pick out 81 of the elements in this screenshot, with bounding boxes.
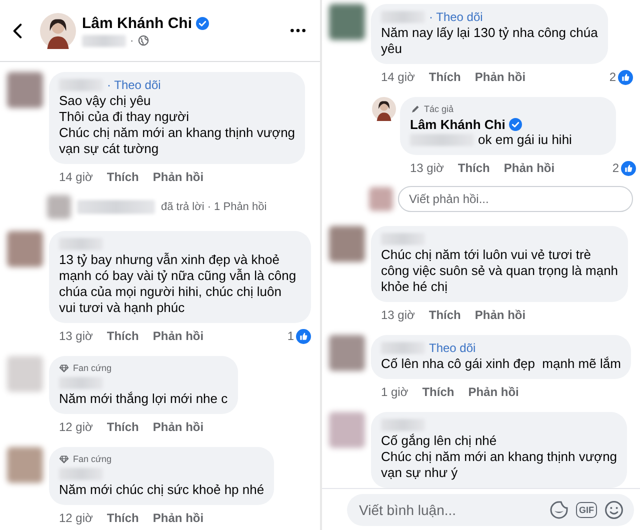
reply-link[interactable]: Phản hồi <box>152 511 204 525</box>
reaction-count: 2 <box>609 70 616 84</box>
blurred-name <box>381 11 425 23</box>
comment-text: Cố gắng lên chị nhé Chúc chị năm mới an khang thịnh vượng vạn sự như ý <box>381 433 618 481</box>
like-icon[interactable] <box>618 70 633 84</box>
separator-dot: · <box>130 34 134 46</box>
comment-text: Năm mới thắng lợi mới nhe c <box>59 391 228 407</box>
comment-field[interactable]: Viết bình luận... GIF <box>347 494 634 526</box>
like-link[interactable]: Thích <box>106 420 139 434</box>
reply-link[interactable]: Phản hồi <box>152 420 204 434</box>
blurred-name <box>82 34 126 46</box>
follow-link[interactable]: Theo dõi <box>429 341 476 355</box>
avatar <box>329 412 365 448</box>
avatar[interactable] <box>40 12 76 48</box>
reply-link[interactable]: Phản hồi <box>474 308 526 322</box>
emoji-icon[interactable] <box>604 500 624 520</box>
reply-link[interactable]: Phản hồi <box>474 70 526 84</box>
blurred-name <box>59 238 103 250</box>
timestamp: 12 giờ <box>59 420 93 434</box>
reply-field[interactable]: Viết phản hồi... <box>398 186 633 212</box>
avatar <box>7 356 43 392</box>
avatar <box>7 447 43 483</box>
avatar <box>369 187 393 211</box>
comment-text: 13 tỷ bay nhưng vẫn xinh đẹp và khoẻ mạnh có bay vài tỷ nữa cũng vẫn là công chúa của mọi người hihi, chúc chị luôn vui tươi và hạnh phúc <box>59 252 298 316</box>
avatar <box>329 4 365 40</box>
like-icon[interactable] <box>621 160 636 176</box>
like-link[interactable]: Thích <box>458 161 490 175</box>
reply-link[interactable]: Phản hồi <box>468 385 519 399</box>
comment-text: ok em gái iu hihi <box>478 132 572 148</box>
comment-text: Sao vậy chị yêu Thôi của đi thay người Chúc chị năm mới an khang thịnh vượng vạn sự cát tường <box>59 93 296 157</box>
follow-link[interactable]: · Theo dõi <box>107 78 161 92</box>
avatar[interactable] <box>372 97 396 121</box>
blurred-name <box>59 79 103 91</box>
comment-text: Năm nay lấy lại 130 tỷ nha công chúa yêu <box>381 25 598 57</box>
avatar <box>7 231 43 267</box>
blurred-name <box>381 419 425 431</box>
reaction-count: 1 <box>287 329 294 343</box>
avatar <box>47 195 71 219</box>
like-link[interactable]: Thích <box>106 329 139 343</box>
like-link[interactable]: Thích <box>422 385 454 399</box>
back-icon[interactable] <box>12 22 23 40</box>
pen-icon <box>410 104 420 114</box>
timestamp: 14 giờ <box>381 70 415 84</box>
badge-label: Fan cứng <box>73 454 112 464</box>
follow-link[interactable]: · Theo dõi <box>429 10 483 24</box>
author-name[interactable]: Lâm Khánh Chi <box>410 116 506 132</box>
page-name[interactable]: Lâm Khánh Chi <box>82 14 192 32</box>
more-icon[interactable] <box>290 28 306 33</box>
diamond-icon <box>59 364 69 372</box>
blurred-name <box>59 468 103 480</box>
like-link[interactable]: Thích <box>106 511 139 525</box>
reply-link[interactable]: Phản hồi <box>152 170 204 184</box>
diamond-icon <box>59 454 69 464</box>
timestamp: 1 giờ <box>381 385 408 399</box>
avatar <box>7 72 43 108</box>
like-link[interactable]: Thích <box>428 70 461 84</box>
timestamp: 12 giờ <box>59 511 93 525</box>
blurred-name <box>381 233 425 245</box>
badge-label: Tác giả <box>424 104 454 114</box>
replies-link[interactable]: đã trả lời · 1 Phản hồi <box>161 201 267 213</box>
gif-button[interactable]: GIF <box>576 502 597 518</box>
globe-icon <box>138 35 149 46</box>
reaction-count: 2 <box>612 161 619 175</box>
comment-text: Chúc chị năm tới luôn vui vẻ tươi trè công việc suôn sẻ và quan trọng là mạnh khỏe hé chị <box>381 247 618 295</box>
timestamp: 13 giờ <box>410 161 444 175</box>
timestamp: 13 giờ <box>59 329 93 343</box>
like-icon[interactable] <box>296 328 311 344</box>
avatar <box>329 226 365 262</box>
blurred-name <box>59 377 103 389</box>
comment-text: Cố lên nha cô gái xinh đẹp mạnh mẽ lắm <box>381 356 621 372</box>
blurred-name <box>381 342 425 354</box>
like-link[interactable]: Thích <box>428 308 461 322</box>
avatar <box>329 335 365 371</box>
reply-link[interactable]: Phản hồi <box>152 329 204 343</box>
reply-link[interactable]: Phản hồi <box>504 161 555 175</box>
comment-text: Năm mới chúc chị sức khoẻ hp nhé <box>59 482 264 498</box>
like-link[interactable]: Thích <box>106 170 139 184</box>
timestamp: 13 giờ <box>381 308 415 322</box>
badge-label: Fan cứng <box>73 363 112 373</box>
sticker-icon[interactable] <box>549 500 569 520</box>
timestamp: 14 giờ <box>59 170 93 184</box>
